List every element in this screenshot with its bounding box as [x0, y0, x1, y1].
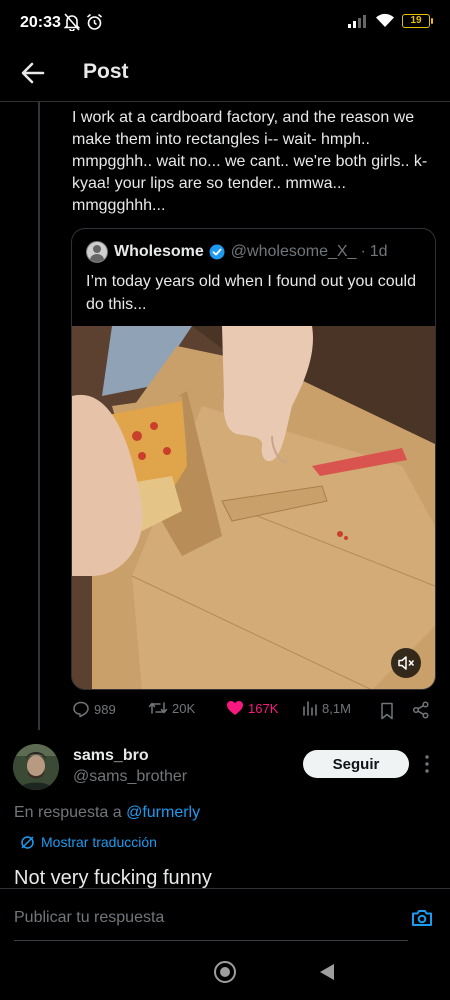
reply-author-handle: @sams_brother	[73, 768, 188, 785]
nav-back-icon[interactable]	[318, 963, 336, 981]
reply-action[interactable]: 989	[72, 700, 116, 718]
reply-text: Not very fucking funny	[14, 867, 212, 889]
verified-badge-icon	[209, 244, 225, 260]
quoted-avatar[interactable]	[86, 241, 108, 263]
video-frame-illustration	[72, 326, 435, 689]
more-options-icon[interactable]	[420, 752, 434, 776]
status-bar: 20:33 19	[0, 0, 450, 46]
bookmark-icon[interactable]	[380, 702, 394, 720]
page-title: Post	[83, 60, 129, 83]
heart-filled-icon	[227, 701, 243, 715]
quoted-author-name[interactable]: Wholesome	[114, 243, 204, 261]
repost-action[interactable]: 20K	[148, 700, 195, 716]
speaker-muted-icon	[398, 656, 415, 670]
quoted-separator: ·	[360, 243, 366, 260]
back-arrow-icon[interactable]	[20, 60, 46, 86]
alarm-clock-icon	[86, 13, 103, 30]
like-action[interactable]: 167K	[226, 700, 278, 716]
repost-count: 20K	[172, 700, 196, 716]
quoted-author-handle: @wholesome_X_	[230, 243, 357, 260]
post-actions: 989 20K 167K 8,1M	[72, 700, 436, 722]
status-time: 20:33	[20, 14, 61, 31]
mute-button[interactable]	[391, 648, 421, 678]
reply-icon	[73, 701, 89, 718]
show-translation-link[interactable]: Mostrar traducción	[20, 834, 157, 850]
views-chart-icon	[303, 701, 317, 716]
repost-icon	[148, 702, 168, 714]
reply-avatar-image	[13, 744, 59, 790]
translate-icon	[21, 835, 34, 849]
wifi-icon	[376, 13, 394, 27]
quoted-post-header: Wholesome @wholesome_X_ · 1d	[86, 241, 388, 263]
battery-indicator: 19	[402, 13, 433, 28]
quoted-video[interactable]	[72, 326, 435, 689]
signal-icon	[348, 14, 366, 28]
like-count: 167K	[248, 700, 279, 716]
home-button-icon[interactable]	[214, 961, 236, 983]
share-icon[interactable]	[412, 701, 430, 719]
top-app-bar: Post	[0, 46, 450, 102]
reply-count: 989	[94, 701, 116, 717]
reply-author-name[interactable]: sams_bro	[73, 747, 149, 765]
reply-to-line: En respuesta a @furmerly	[14, 804, 200, 822]
views-count: 8,1M	[322, 700, 351, 716]
show-translation-label: Mostrar traducción	[41, 834, 157, 850]
reply-avatar[interactable]	[13, 744, 59, 790]
quoted-post[interactable]: Wholesome @wholesome_X_ · 1d I’m today y…	[71, 228, 436, 690]
reply-composer: Publicar tu respuesta	[0, 888, 450, 944]
reply-input[interactable]: Publicar tu respuesta	[14, 909, 164, 927]
status-system-icons: 19	[348, 13, 433, 28]
bell-off-icon	[64, 13, 80, 31]
status-notification-icons	[64, 13, 103, 31]
quoted-timestamp: 1d	[369, 243, 388, 260]
follow-button[interactable]: Seguir	[303, 750, 409, 778]
thread-connector-line	[38, 102, 40, 730]
camera-icon[interactable]	[410, 906, 434, 930]
views-action[interactable]: 8,1M	[302, 700, 351, 716]
reply-to-prefix: En respuesta a	[14, 804, 122, 821]
system-nav-bar	[0, 944, 450, 1000]
reply-input-underline	[14, 940, 408, 941]
battery-level: 19	[410, 15, 422, 26]
post-text: I work at a cardboard factory, and the r…	[72, 109, 428, 214]
quoted-post-text: I’m today years old when I found out you…	[86, 273, 416, 313]
reply-to-mention[interactable]: @furmerly	[126, 804, 200, 821]
